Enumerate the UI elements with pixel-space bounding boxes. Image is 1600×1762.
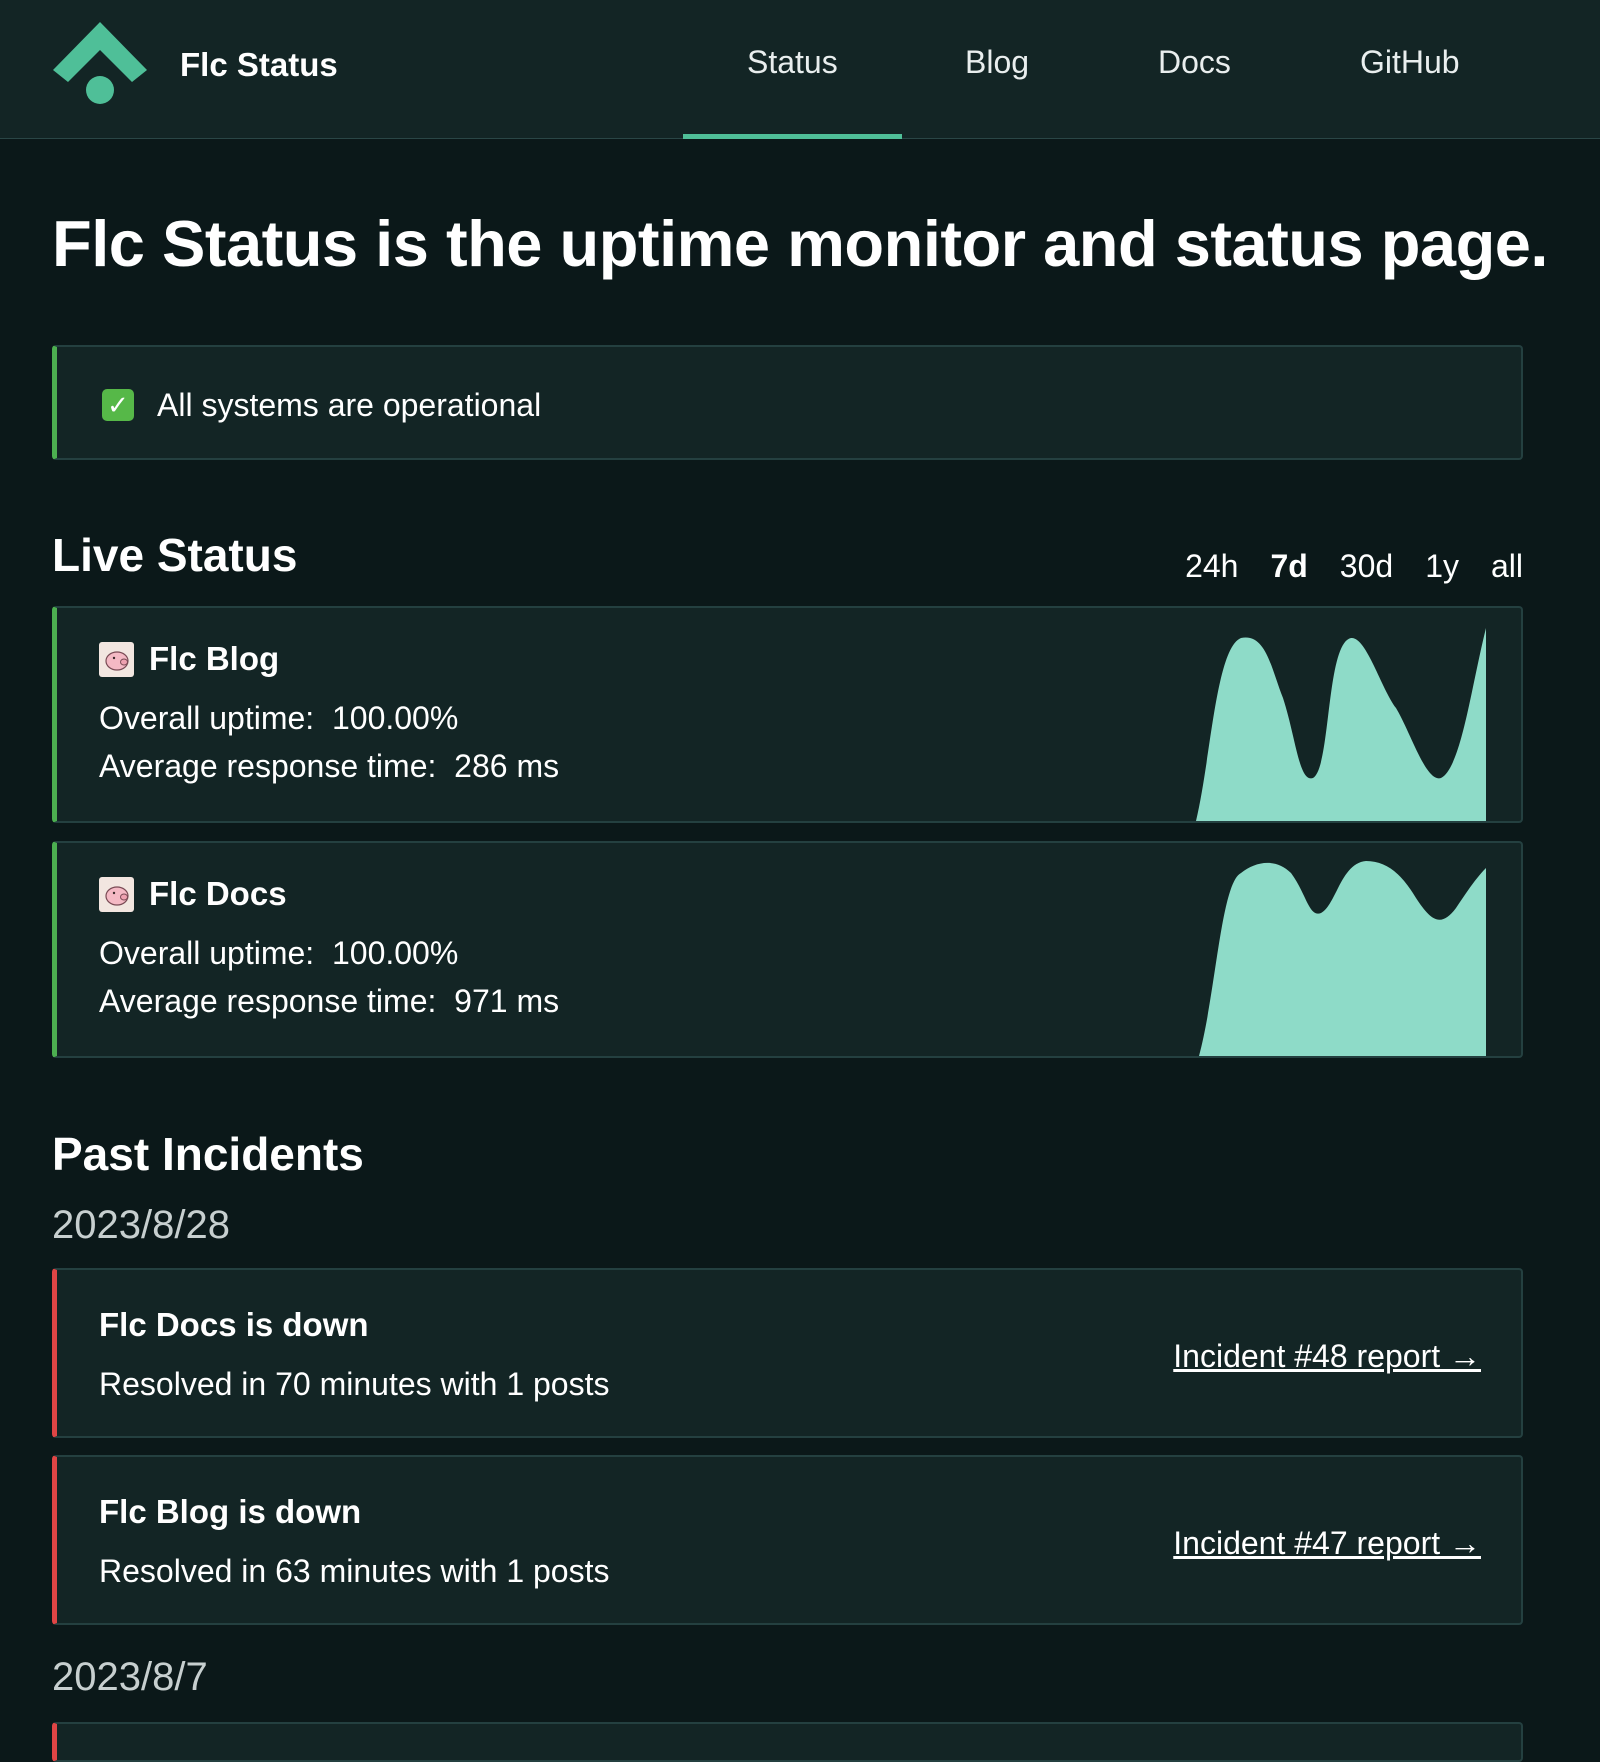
range-tab-30d[interactable]: 30d <box>1340 548 1393 585</box>
nav-status[interactable]: Status <box>747 44 838 81</box>
monitor-uptime: Overall uptime: 100.00% <box>99 700 458 737</box>
top-nav-bar: Flc Status Status Blog Docs GitHub <box>0 0 1600 139</box>
uptime-value: 100.00% <box>331 700 459 736</box>
monitor-name: Flc Blog <box>149 640 280 677</box>
range-tab-24h[interactable]: 24h <box>1185 548 1238 585</box>
incident-card[interactable]: Flc Docs is down Resolved in 70 minutes … <box>52 1268 1523 1438</box>
response-time-sparkline <box>1199 861 1486 1056</box>
incident-card[interactable] <box>52 1722 1523 1762</box>
pig-favicon-icon <box>99 877 134 912</box>
live-status-heading: Live Status <box>52 529 298 581</box>
range-tab-7d[interactable]: 7d <box>1270 548 1307 585</box>
status-banner: ✓ All systems are operational <box>52 345 1523 460</box>
brand-name[interactable]: Flc Status <box>180 46 338 84</box>
incident-card[interactable]: Flc Blog is down Resolved in 63 minutes … <box>52 1455 1523 1625</box>
response-label: Average response time: <box>99 748 437 784</box>
incident-title: Flc Blog is down <box>99 1493 362 1530</box>
pig-favicon-icon <box>99 642 134 677</box>
uptime-label: Overall uptime: <box>99 935 315 971</box>
nav-active-indicator <box>683 134 902 139</box>
monitor-name: Flc Docs <box>149 875 287 912</box>
past-incidents-heading: Past Incidents <box>52 1128 364 1180</box>
incident-date: 2023/8/28 <box>52 1203 230 1247</box>
incident-title: Flc Docs is down <box>99 1306 369 1343</box>
incident-report-link[interactable]: Incident #48 report → <box>1173 1338 1481 1375</box>
range-tab-1y[interactable]: 1y <box>1425 548 1459 585</box>
monitor-response: Average response time: 286 ms <box>99 748 559 785</box>
check-box-icon: ✓ <box>102 389 134 421</box>
page-title: Flc Status is the uptime monitor and sta… <box>52 206 1549 281</box>
incident-report-link[interactable]: Incident #47 report → <box>1173 1525 1481 1562</box>
response-value: 286 ms <box>454 748 560 784</box>
nav-docs[interactable]: Docs <box>1158 44 1231 81</box>
uptime-label: Overall uptime: <box>99 700 315 736</box>
response-time-sparkline <box>1196 628 1486 821</box>
incident-summary: Resolved in 63 minutes with 1 posts <box>99 1553 610 1589</box>
page-title-brand: Flc Status <box>52 207 358 280</box>
response-value: 971 ms <box>454 983 560 1019</box>
incident-date: 2023/8/7 <box>52 1655 208 1699</box>
status-banner-text: All systems are operational <box>157 387 542 423</box>
nav-blog[interactable]: Blog <box>965 44 1029 81</box>
range-tab-all[interactable]: all <box>1491 548 1523 585</box>
monitor-uptime: Overall uptime: 100.00% <box>99 935 458 972</box>
response-label: Average response time: <box>99 983 437 1019</box>
logo-icon[interactable] <box>50 20 150 106</box>
page-title-rest: is the uptime monitor and status page. <box>357 207 1548 280</box>
uptime-value: 100.00% <box>331 935 459 971</box>
monitor-card[interactable]: Flc Blog Overall uptime: 100.00% Average… <box>52 606 1523 823</box>
range-tabs: 24h 7d 30d 1y all <box>1185 548 1523 585</box>
monitor-response: Average response time: 971 ms <box>99 983 559 1020</box>
nav-github[interactable]: GitHub <box>1360 44 1460 81</box>
monitor-card[interactable]: Flc Docs Overall uptime: 100.00% Average… <box>52 841 1523 1058</box>
incident-summary: Resolved in 70 minutes with 1 posts <box>99 1366 610 1402</box>
